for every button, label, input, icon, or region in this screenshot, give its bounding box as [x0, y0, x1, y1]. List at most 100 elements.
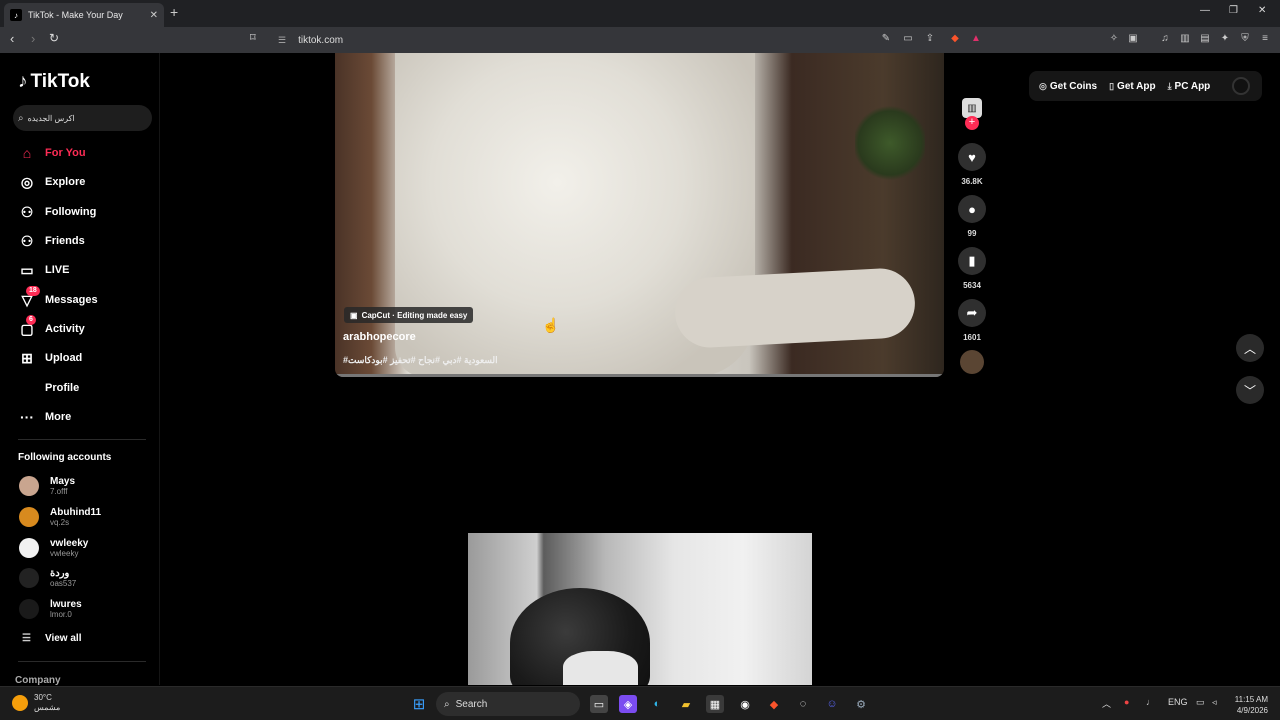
sidebar-icon[interactable]: ▥ [1179, 33, 1191, 45]
divider [18, 439, 146, 440]
account-name: lwures [50, 599, 82, 610]
back-icon[interactable]: ‹ [10, 31, 14, 46]
reload-icon[interactable]: ↻ [49, 31, 59, 45]
like-button[interactable]: ♥ [958, 143, 986, 171]
follow-button[interactable]: + [965, 116, 979, 130]
taskbar-search[interactable]: ⌕ Search [436, 692, 580, 716]
menu-icon[interactable]: ≡ [1259, 33, 1271, 45]
brave-shields-icon[interactable]: ◆ [949, 33, 961, 45]
get-app-button[interactable]: ▯ Get App [1109, 81, 1155, 92]
account-handle: 7.offf [50, 487, 68, 496]
sidebar-item-messages[interactable]: ▽ 18 Messages [18, 285, 98, 310]
sidebar-item-more[interactable]: ··· More [18, 407, 71, 427]
bookmark-icon: ▮ [968, 253, 976, 268]
save-count: 5634 [963, 281, 981, 290]
new-tab-button[interactable]: + [170, 4, 178, 20]
account-names: lwures lmor.0 [50, 599, 82, 619]
tiktok-logo[interactable]: ♪ TikTok [18, 71, 90, 93]
task-view-icon[interactable]: ▭ [590, 695, 608, 713]
get-coins-button[interactable]: ◎ Get Coins [1039, 81, 1097, 92]
share-count: 1601 [963, 333, 981, 342]
chrome-icon[interactable]: ◉ [736, 695, 754, 713]
settings-icon[interactable]: ⚙ [852, 695, 870, 713]
bookmark-icon[interactable]: ⌑ [250, 31, 256, 44]
leo-ai-icon[interactable]: ✦ [1219, 33, 1231, 45]
reader-icon[interactable]: ✎ [880, 33, 892, 45]
download-icon: ⤓ [1167, 80, 1172, 91]
file-explorer-icon[interactable]: ▰ [677, 695, 695, 713]
view-all-button[interactable]: ☰ View all [22, 633, 81, 644]
close-window-button[interactable]: ✕ [1258, 5, 1266, 16]
store-icon[interactable]: ▦ [706, 695, 724, 713]
microphone-icon[interactable]: ♩ [1146, 697, 1155, 707]
cast-icon[interactable]: ▭ [902, 33, 914, 45]
minimize-button[interactable]: — [1200, 5, 1210, 16]
next-video-preview[interactable] [468, 533, 812, 685]
tiktok-note-icon: ♪ [18, 71, 28, 92]
maximize-button[interactable]: ❐ [1229, 5, 1238, 16]
language-indicator[interactable]: ENG [1168, 697, 1188, 707]
video-scene-plant [855, 103, 925, 183]
tab-search-icon[interactable]: ▣ [1127, 33, 1139, 45]
m365-icon[interactable]: ◈ [619, 695, 637, 713]
company-link[interactable]: Company [15, 675, 61, 685]
account-item[interactable]: Abuhind11 vq.2s [19, 504, 101, 530]
sidebar-item-friends[interactable]: ⚇ Friends [18, 231, 85, 251]
video-hashtags[interactable]: #السعودية #دبي #نجاح #تحفيز #بودكاست [343, 355, 498, 366]
sidebar-item-label: LIVE [45, 264, 70, 276]
video-progress-bar[interactable] [335, 374, 944, 377]
forward-icon[interactable]: › [31, 31, 35, 46]
user-avatar[interactable] [1232, 77, 1250, 95]
music-icon[interactable]: ♫ [1159, 33, 1171, 45]
friends-icon: ⚇ [20, 232, 34, 249]
sidebar-item-for-you[interactable]: ⌂ For You [18, 143, 86, 163]
sidebar-item-activity[interactable]: ▢ 6 Activity [18, 314, 85, 339]
tray-app-icon[interactable]: ● [1124, 697, 1129, 707]
brave-icon[interactable]: ◆ [765, 695, 783, 713]
weather-widget[interactable]: 30°C مشمس [12, 693, 60, 713]
next-video-button[interactable]: ﹀ [1236, 376, 1264, 404]
capcut-label: CapCut · Editing made easy [361, 310, 468, 320]
previous-video-button[interactable]: ︿ [1236, 334, 1264, 362]
chevron-down-icon: ﹀ [1243, 383, 1256, 398]
sidebar-item-upload[interactable]: ⊞ Upload [18, 348, 82, 368]
sidebar-item-live[interactable]: ▭ LIVE [18, 260, 69, 280]
site-info-icon[interactable]: ☰ [278, 35, 286, 46]
search-icon: ⌕ [18, 112, 24, 124]
pc-app-button[interactable]: ⤓ PC App [1168, 81, 1211, 92]
video-player[interactable] [335, 53, 944, 377]
account-item[interactable]: وردة oas537 [19, 565, 76, 591]
account-item[interactable]: vwleeky vwleeky [19, 535, 88, 561]
tray-chevron-icon[interactable]: ︿ [1102, 697, 1111, 710]
account-item[interactable]: lwures lmor.0 [19, 596, 82, 622]
search-input[interactable]: ⌕ اكرس الجديده [13, 105, 152, 131]
comment-count: 99 [967, 229, 977, 238]
discord-icon[interactable]: ☺ [823, 695, 841, 713]
edge-icon[interactable]: ◐ [648, 695, 666, 713]
app-icon[interactable]: ◌ [794, 695, 812, 713]
music-disc-icon[interactable] [960, 350, 984, 374]
tab-close-icon[interactable]: ✕ [150, 10, 158, 21]
network-icon[interactable]: ▭ [1196, 697, 1205, 708]
share-icon[interactable]: ⇪ [924, 33, 936, 45]
vpn-icon[interactable]: ⛨ [1239, 33, 1251, 45]
sidebar-item-profile[interactable]: Profile [18, 378, 79, 398]
browser-tab[interactable]: ♪ TikTok - Make Your Day ✕ [4, 3, 164, 27]
extensions-icon[interactable]: ✧ [1108, 33, 1120, 45]
creator-avatar[interactable]: ▥ [962, 98, 982, 118]
windows-start-icon[interactable]: ⊞ [410, 695, 428, 713]
search-icon: ⌕ [444, 698, 450, 710]
sidebar-item-following[interactable]: ⚇ Following [18, 202, 97, 222]
save-button[interactable]: ▮ [958, 247, 986, 275]
account-item[interactable]: Mays 7.offf [19, 473, 75, 499]
clock[interactable]: 11:15 AM 4/9/2026 [1228, 694, 1268, 716]
capcut-anchor[interactable]: ▣ CapCut · Editing made easy [344, 307, 474, 323]
brave-rewards-icon[interactable]: ▲ [970, 33, 982, 45]
volume-icon[interactable]: ◃ [1212, 697, 1217, 708]
share-button[interactable]: ➦ [958, 299, 986, 327]
sidebar-item-explore[interactable]: ◎ Explore [18, 172, 85, 192]
wallet-icon[interactable]: ▤ [1199, 33, 1211, 45]
comment-button[interactable]: ● [958, 195, 986, 223]
video-author[interactable]: arabhopecore [343, 331, 416, 343]
account-name: Abuhind11 [50, 507, 102, 518]
